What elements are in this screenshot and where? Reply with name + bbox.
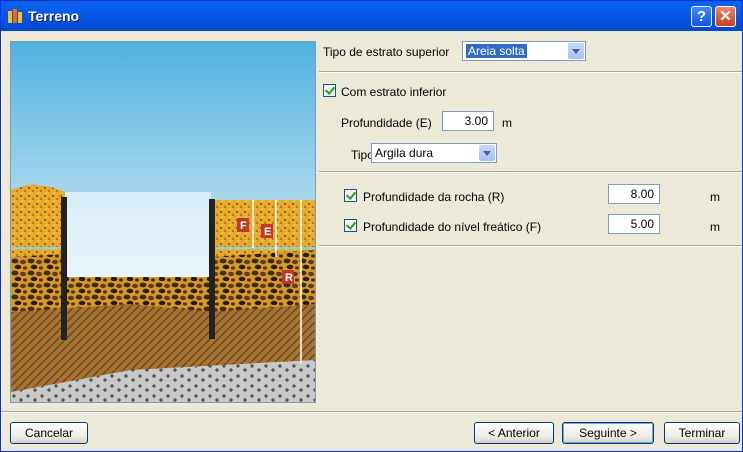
help-icon: ? (696, 8, 707, 25)
title-bar: Terreno ? ✕ (1, 1, 742, 31)
upper-stratum-value: Areia solta (466, 44, 527, 58)
app-icon (8, 9, 22, 23)
terrain-illustration: F E R (10, 41, 316, 403)
lower-type-select[interactable]: Argila dura (371, 143, 497, 163)
footer-divider (1, 411, 742, 413)
depth-label: Profundidade (E) (341, 116, 432, 130)
upper-stratum-label: Tipo de estrato superior (323, 45, 450, 59)
divider (319, 71, 742, 73)
label-r: R (285, 272, 293, 284)
chevron-down-icon[interactable] (568, 43, 584, 59)
rock-depth-input[interactable]: 8.00 (608, 184, 660, 204)
lower-type-value: Argila dura (375, 146, 434, 160)
close-icon: ✕ (719, 8, 732, 25)
finish-button[interactable]: Terminar (664, 422, 740, 444)
depth-input[interactable]: 3.00 (442, 111, 494, 131)
previous-button[interactable]: < Anterior (474, 422, 554, 444)
close-button[interactable]: ✕ (715, 6, 736, 27)
terrain-drawing: F E R (11, 42, 315, 402)
divider (319, 245, 742, 247)
water-table-input[interactable]: 5.00 (608, 214, 660, 234)
label-e: E (264, 226, 271, 238)
depth-unit: m (502, 116, 512, 130)
lower-stratum-checkbox[interactable] (323, 84, 336, 97)
lower-stratum-label: Com estrato inferior (341, 85, 447, 99)
cancel-button[interactable]: Cancelar (10, 422, 88, 444)
upper-stratum-select[interactable]: Areia solta (462, 41, 586, 61)
window-title: Terreno (28, 8, 80, 24)
label-f: F (240, 220, 247, 232)
next-button[interactable]: Seguinte > (562, 422, 654, 444)
rock-depth-checkbox[interactable] (344, 189, 357, 202)
terrain-dialog: Terreno ? ✕ F E R Tipo de estrato superi… (0, 0, 743, 452)
water-table-unit: m (710, 220, 720, 234)
water-table-checkbox[interactable] (344, 219, 357, 232)
rock-depth-label: Profundidade da rocha (R) (363, 190, 505, 204)
divider (319, 171, 742, 173)
settings-panel: Tipo de estrato superior Areia solta Com… (319, 33, 742, 411)
rock-depth-unit: m (710, 190, 720, 204)
water-table-label: Profundidade do nível freático (F) (363, 220, 542, 234)
help-button[interactable]: ? (691, 6, 712, 27)
chevron-down-icon[interactable] (479, 145, 495, 161)
